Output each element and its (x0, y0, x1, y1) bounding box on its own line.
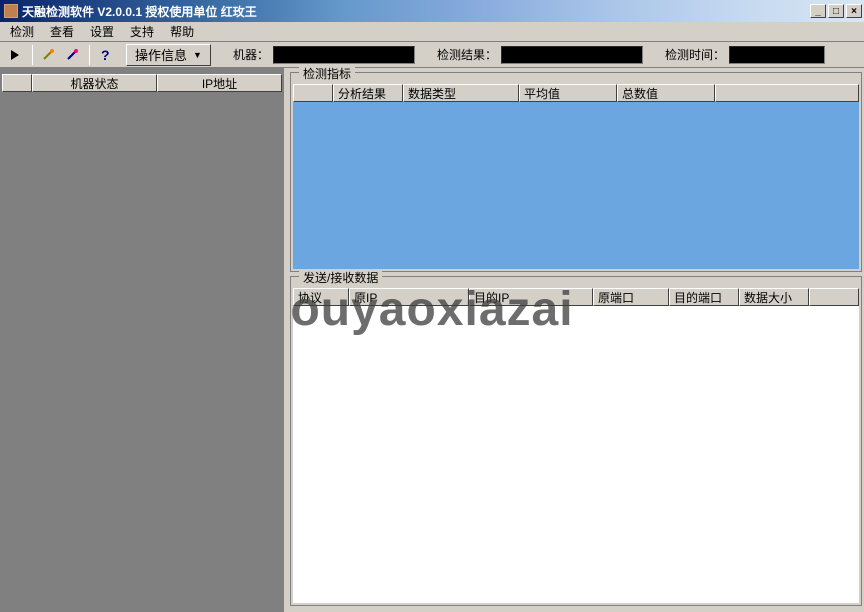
left-col-status[interactable]: 机器状态 (32, 74, 157, 92)
window-controls: _ □ × (808, 4, 862, 18)
maximize-button[interactable]: □ (828, 4, 844, 18)
group-metrics: 检测指标 分析结果 数据类型 平均值 总数值 (290, 72, 862, 272)
help-icon: ? (98, 48, 112, 62)
minimize-button[interactable]: _ (810, 4, 826, 18)
data-col-dstport[interactable]: 目的端口 (669, 288, 739, 306)
machine-label: 机器： (233, 46, 269, 63)
menu-view[interactable]: 查看 (42, 21, 82, 42)
operation-dropdown[interactable]: 操作信息 ▼ (126, 44, 211, 66)
metrics-grid-body[interactable] (293, 102, 859, 269)
titlebar: 天融检测软件 V2.0.0.1 授权使用单位 红玫王 _ □ × (0, 0, 864, 22)
result-label: 检测结果： (437, 46, 497, 63)
wand-button[interactable] (37, 44, 59, 66)
close-button[interactable]: × (846, 4, 862, 18)
time-value (729, 46, 825, 64)
data-col-srcip[interactable]: 原IP (349, 288, 469, 306)
menu-settings[interactable]: 设置 (82, 21, 122, 42)
group-data: 发送/接收数据 协议 原IP 目的IP 原端口 目的端口 数据大小 (290, 276, 862, 606)
separator (89, 45, 90, 65)
metrics-grid-header: 分析结果 数据类型 平均值 总数值 (293, 84, 859, 102)
chevron-down-icon: ▼ (193, 50, 202, 60)
main-area: 机器状态 IP地址 检测指标 分析结果 数据类型 平均值 总数值 发送/接收数据… (0, 68, 864, 612)
color-wand-icon (65, 48, 79, 62)
metrics-col-total[interactable]: 总数值 (617, 84, 715, 102)
menu-help[interactable]: 帮助 (162, 21, 202, 42)
data-grid-header: 协议 原IP 目的IP 原端口 目的端口 数据大小 (293, 288, 859, 306)
data-col-size[interactable]: 数据大小 (739, 288, 809, 306)
left-col-num[interactable] (2, 74, 32, 92)
color-wand-button[interactable] (61, 44, 83, 66)
dropdown-label: 操作信息 (135, 45, 187, 64)
toolbar: ? 操作信息 ▼ 机器： 检测结果： 检测时间： (0, 42, 864, 68)
group-metrics-title: 检测指标 (299, 65, 355, 82)
left-col-ip[interactable]: IP地址 (157, 74, 282, 92)
left-panel: 机器状态 IP地址 (0, 68, 284, 612)
separator (32, 45, 33, 65)
play-icon (10, 50, 20, 60)
metrics-col-avg[interactable]: 平均值 (519, 84, 617, 102)
group-border (291, 72, 861, 80)
menu-support[interactable]: 支持 (122, 21, 162, 42)
svg-text:?: ? (101, 48, 110, 62)
data-col-dstip[interactable]: 目的IP (469, 288, 593, 306)
left-grid-header: 机器状态 IP地址 (2, 74, 282, 92)
metrics-col-extra[interactable] (715, 84, 859, 102)
data-col-extra[interactable] (809, 288, 859, 306)
metrics-col-0[interactable] (293, 84, 333, 102)
window-title: 天融检测软件 V2.0.0.1 授权使用单位 红玫王 (22, 3, 808, 20)
play-button[interactable] (4, 44, 26, 66)
metrics-col-type[interactable]: 数据类型 (403, 84, 519, 102)
machine-value (273, 46, 415, 64)
right-panel: 检测指标 分析结果 数据类型 平均值 总数值 发送/接收数据 协议 原IP 目的… (288, 68, 864, 612)
app-icon (4, 4, 18, 18)
metrics-col-analysis[interactable]: 分析结果 (333, 84, 403, 102)
menubar: 检测 查看 设置 支持 帮助 (0, 22, 864, 42)
data-col-srcport[interactable]: 原端口 (593, 288, 669, 306)
result-value (501, 46, 643, 64)
data-grid-body[interactable] (293, 306, 859, 603)
data-col-protocol[interactable]: 协议 (293, 288, 349, 306)
help-button[interactable]: ? (94, 44, 116, 66)
time-label: 检测时间： (665, 46, 725, 63)
wand-icon (41, 48, 55, 62)
menu-detect[interactable]: 检测 (2, 21, 42, 42)
group-data-title: 发送/接收数据 (299, 269, 382, 286)
